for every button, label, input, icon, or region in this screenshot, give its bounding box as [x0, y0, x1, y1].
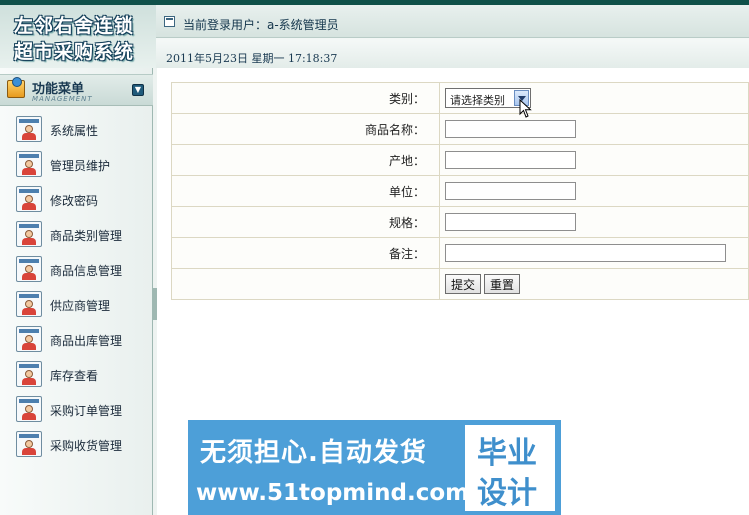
sidebar-item-inventory-view[interactable]: 库存查看	[0, 360, 153, 390]
top-banner: 左邻右舍连锁 超市采购系统 当前登录用户：a-系统管理员 2011年5月23日 …	[0, 0, 749, 68]
form-row-remark: 备注：	[171, 237, 749, 269]
ad-badge-line1: 毕业	[477, 436, 537, 471]
sidebar-menu: 功能菜单 MANAGEMENT ▼ 系统属性 管理员维护 修改密码 商品类别管理…	[0, 68, 153, 515]
logo-title-line1: 左邻右舍连锁	[14, 15, 135, 37]
submit-button[interactable]: 提交	[445, 274, 482, 294]
logo-title-line2: 超市采购系统	[14, 41, 135, 63]
ad-slogan: 无须担心.自动发货	[200, 438, 427, 468]
system-logo: 左邻右舍连锁 超市采购系统	[0, 5, 156, 68]
user-card-icon	[16, 361, 42, 387]
current-datetime: 2011年5月23日 星期一 17:18:37	[166, 52, 338, 65]
actions-spacer	[171, 268, 440, 300]
origin-cell	[439, 144, 749, 176]
product-form-table: 类别： 请选择类别 商品名称： 产地： 单位： 规格： 备注： 提交 重置	[171, 82, 749, 300]
unit-label: 单位：	[171, 175, 440, 207]
origin-label: 产地：	[171, 144, 440, 176]
user-card-icon	[16, 221, 42, 247]
menu-subtitle: MANAGEMENT	[32, 95, 93, 103]
mouse-cursor-icon	[519, 99, 532, 118]
remark-cell	[439, 237, 749, 269]
user-card-icon	[16, 291, 42, 317]
sidebar-item-admin-maintenance[interactable]: 管理员维护	[0, 150, 153, 180]
product-name-label: 商品名称：	[171, 113, 440, 145]
product-name-cell	[439, 113, 749, 145]
form-row-product-name: 商品名称：	[171, 113, 749, 145]
current-user-label: 当前登录用户：a-系统管理员	[183, 18, 339, 32]
user-card-icon	[16, 116, 42, 142]
form-row-category: 类别： 请选择类别	[171, 82, 749, 114]
form-row-spec: 规格：	[171, 206, 749, 238]
origin-input[interactable]	[445, 151, 576, 169]
sidebar-item-supplier-management[interactable]: 供应商管理	[0, 290, 153, 320]
unit-input[interactable]	[445, 182, 576, 200]
sidebar-item-label: 商品信息管理	[50, 264, 123, 278]
sidebar-item-category-management[interactable]: 商品类别管理	[0, 220, 153, 250]
user-card-icon	[16, 151, 42, 177]
collapse-menu-button[interactable]: ▼	[132, 84, 144, 96]
user-card-icon	[16, 256, 42, 282]
sidebar-item-label: 采购收货管理	[50, 439, 123, 453]
product-name-input[interactable]	[445, 120, 576, 138]
sidebar-item-purchase-receipt-management[interactable]: 采购收货管理	[0, 430, 153, 460]
reset-button[interactable]: 重置	[484, 274, 521, 294]
user-card-icon	[16, 186, 42, 212]
ad-badge-line2: 设计	[477, 476, 537, 511]
remark-input[interactable]	[445, 244, 726, 262]
sidebar-item-system-properties[interactable]: 系统属性	[0, 115, 153, 145]
category-cell: 请选择类别	[439, 82, 749, 114]
unit-cell	[439, 175, 749, 207]
user-card-icon	[16, 431, 42, 457]
user-card-icon	[16, 326, 42, 352]
sidebar-item-label: 库存查看	[50, 369, 99, 383]
category-select-value: 请选择类别	[450, 94, 505, 107]
watermark-ad-banner: 无须担心.自动发货 www.51topmind.com 毕业 设计	[188, 420, 561, 515]
sidebar-item-label: 供应商管理	[50, 299, 111, 313]
sidebar-item-label: 管理员维护	[50, 159, 111, 173]
sidebar-item-product-info-management[interactable]: 商品信息管理	[0, 255, 153, 285]
spec-cell	[439, 206, 749, 238]
sidebar-item-outbound-management[interactable]: 商品出库管理	[0, 325, 153, 355]
sidebar-item-label: 商品出库管理	[50, 334, 123, 348]
window-icon	[164, 16, 175, 27]
sidebar-item-label: 商品类别管理	[50, 229, 123, 243]
form-row-origin: 产地：	[171, 144, 749, 176]
category-label: 类别：	[171, 82, 440, 114]
ad-badge: 毕业 设计	[465, 425, 555, 511]
remark-label: 备注：	[171, 237, 440, 269]
sidebar-item-change-password[interactable]: 修改密码	[0, 185, 153, 215]
user-info-bar: 当前登录用户：a-系统管理员	[156, 5, 749, 38]
user-card-icon	[16, 396, 42, 422]
sidebar-item-label: 采购订单管理	[50, 404, 123, 418]
sidebar-item-purchase-order-management[interactable]: 采购订单管理	[0, 395, 153, 425]
sidebar-item-label: 修改密码	[50, 194, 99, 208]
menu-header: 功能菜单 MANAGEMENT ▼	[0, 74, 153, 106]
sidebar-item-label: 系统属性	[50, 124, 99, 138]
form-row-unit: 单位：	[171, 175, 749, 207]
actions-cell: 提交 重置	[439, 268, 749, 300]
spec-label: 规格：	[171, 206, 440, 238]
ad-url: www.51topmind.com	[196, 480, 470, 506]
menu-folder-icon	[7, 77, 25, 98]
spec-input[interactable]	[445, 213, 576, 231]
form-row-actions: 提交 重置	[171, 268, 749, 300]
